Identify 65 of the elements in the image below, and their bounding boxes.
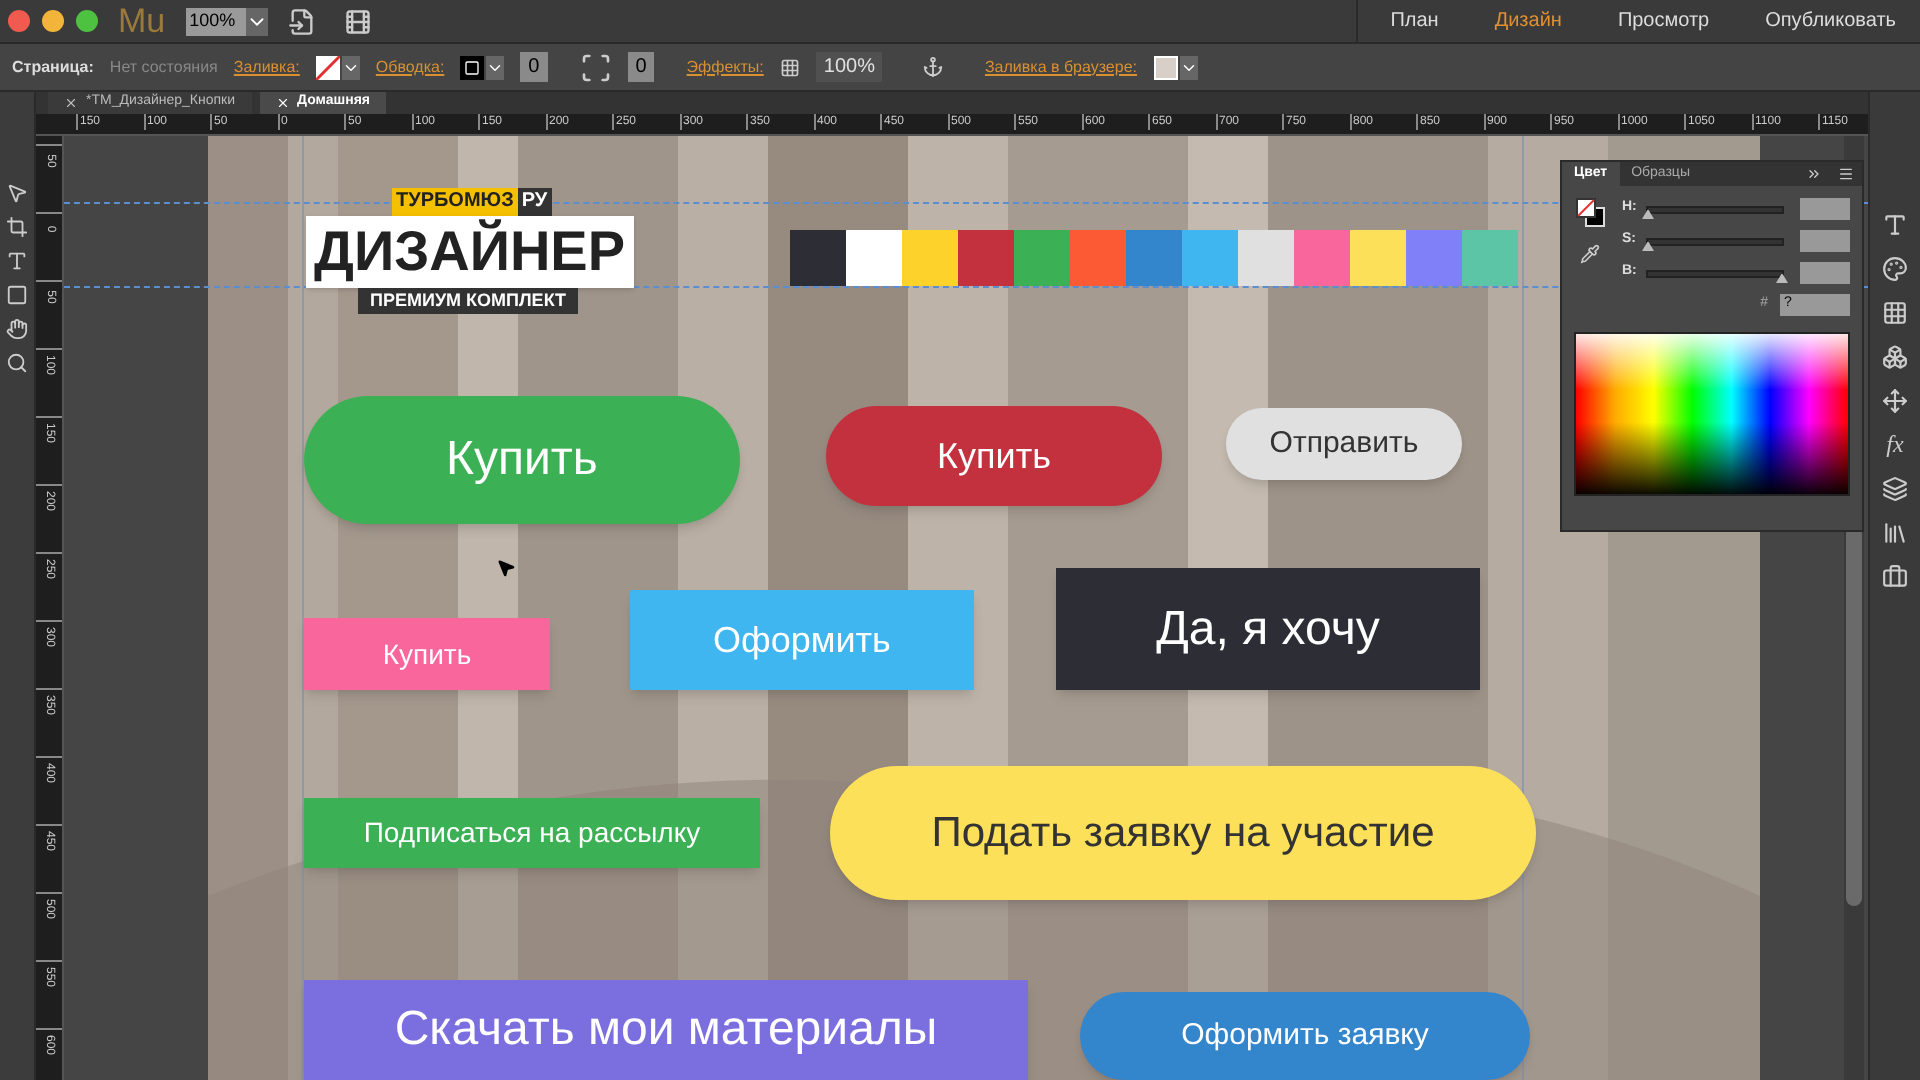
app-logo: Mu <box>118 0 166 44</box>
effects-label[interactable]: Эффекты: <box>686 55 764 79</box>
stroke-width-field[interactable]: 0 <box>520 52 548 82</box>
hand-tool-icon[interactable] <box>6 318 28 340</box>
crop-tool-icon[interactable] <box>6 216 28 238</box>
value-field[interactable] <box>1800 262 1850 284</box>
insert-page-icon[interactable] <box>287 7 316 35</box>
stroke-label[interactable]: Обводка: <box>375 55 445 79</box>
fill-stroke-swatch-icon[interactable] <box>1575 198 1605 228</box>
mode-tab[interactable]: Дизайн <box>1494 6 1562 36</box>
corner-radius-field[interactable]: 0 <box>627 52 655 82</box>
logo-title: ДИЗАЙНЕР <box>306 216 634 288</box>
eyedropper-icon[interactable] <box>1580 244 1600 264</box>
text-panel-icon[interactable] <box>1882 212 1908 238</box>
transform-icon[interactable] <box>1882 388 1908 414</box>
browser-fill-label[interactable]: Заливка в браузере: <box>984 55 1137 79</box>
logo-suffix-text: РУ <box>517 188 552 216</box>
logo-top-text: ТУРБОМЮЗ <box>392 188 518 216</box>
browser-fill-swatch[interactable] <box>1153 55 1177 79</box>
dropdown-icon[interactable] <box>245 7 268 35</box>
sample-button[interactable]: Оформить заявку <box>1080 992 1530 1080</box>
rectangle-tool-icon[interactable] <box>6 284 28 306</box>
value-field[interactable] <box>1800 198 1850 220</box>
film-icon[interactable] <box>343 7 372 35</box>
select-tool-icon[interactable] <box>6 182 28 204</box>
dropdown-icon[interactable] <box>486 55 505 79</box>
value-field[interactable] <box>1800 230 1850 252</box>
page-label: Страница: <box>12 55 94 79</box>
sample-button[interactable]: Подать заявку на участие <box>830 766 1536 900</box>
zoom-field[interactable]: 100% <box>185 7 246 35</box>
effects-panel-button[interactable]: fx <box>1886 432 1904 458</box>
expand-icon[interactable] <box>1806 166 1822 182</box>
slider-thumb[interactable] <box>1776 273 1788 283</box>
mode-tab[interactable]: Просмотр <box>1617 6 1710 36</box>
library-icon[interactable] <box>1882 520 1908 546</box>
layers-icon[interactable] <box>1882 476 1908 502</box>
panel-menu-icon[interactable] <box>1838 166 1854 182</box>
dropdown-icon[interactable] <box>1179 55 1197 79</box>
sample-button[interactable]: Купить <box>826 406 1162 506</box>
color-spectrum[interactable] <box>1574 332 1850 496</box>
palette-icon[interactable] <box>1882 256 1908 282</box>
swatches-icon[interactable] <box>1882 300 1908 326</box>
slider-thumb[interactable] <box>1642 241 1654 251</box>
text-tool-icon[interactable] <box>6 250 28 272</box>
effects-icon[interactable] <box>779 57 800 77</box>
corner-icon[interactable] <box>579 51 612 83</box>
slider-thumb[interactable] <box>1642 209 1654 219</box>
fill-label[interactable]: Заливка: <box>233 55 300 79</box>
sample-button[interactable]: Да, я хочу <box>1056 568 1480 690</box>
no-fill-swatch[interactable] <box>315 55 340 79</box>
close-icon[interactable] <box>64 96 78 110</box>
opacity-field[interactable]: 100% <box>815 52 883 82</box>
scrollbar-thumb[interactable] <box>1846 526 1862 906</box>
briefcase-icon[interactable] <box>1882 564 1908 590</box>
sample-button[interactable]: Отправить <box>1226 408 1462 480</box>
logo-subtitle: ПРЕМИУМ КОМПЛЕКТ <box>358 288 579 314</box>
stroke-swatch-icon[interactable] <box>460 55 485 79</box>
sample-button[interactable]: Скачать мои материалы <box>304 980 1028 1080</box>
mode-tab[interactable]: Опубликовать <box>1765 6 1896 36</box>
cursor-icon <box>496 558 516 578</box>
dropdown-icon[interactable] <box>341 55 360 79</box>
mode-tab[interactable]: План <box>1390 6 1439 36</box>
page-state: Нет состояния <box>109 55 218 79</box>
anchor-icon[interactable] <box>922 56 945 78</box>
zoom-tool-icon[interactable] <box>6 352 28 374</box>
